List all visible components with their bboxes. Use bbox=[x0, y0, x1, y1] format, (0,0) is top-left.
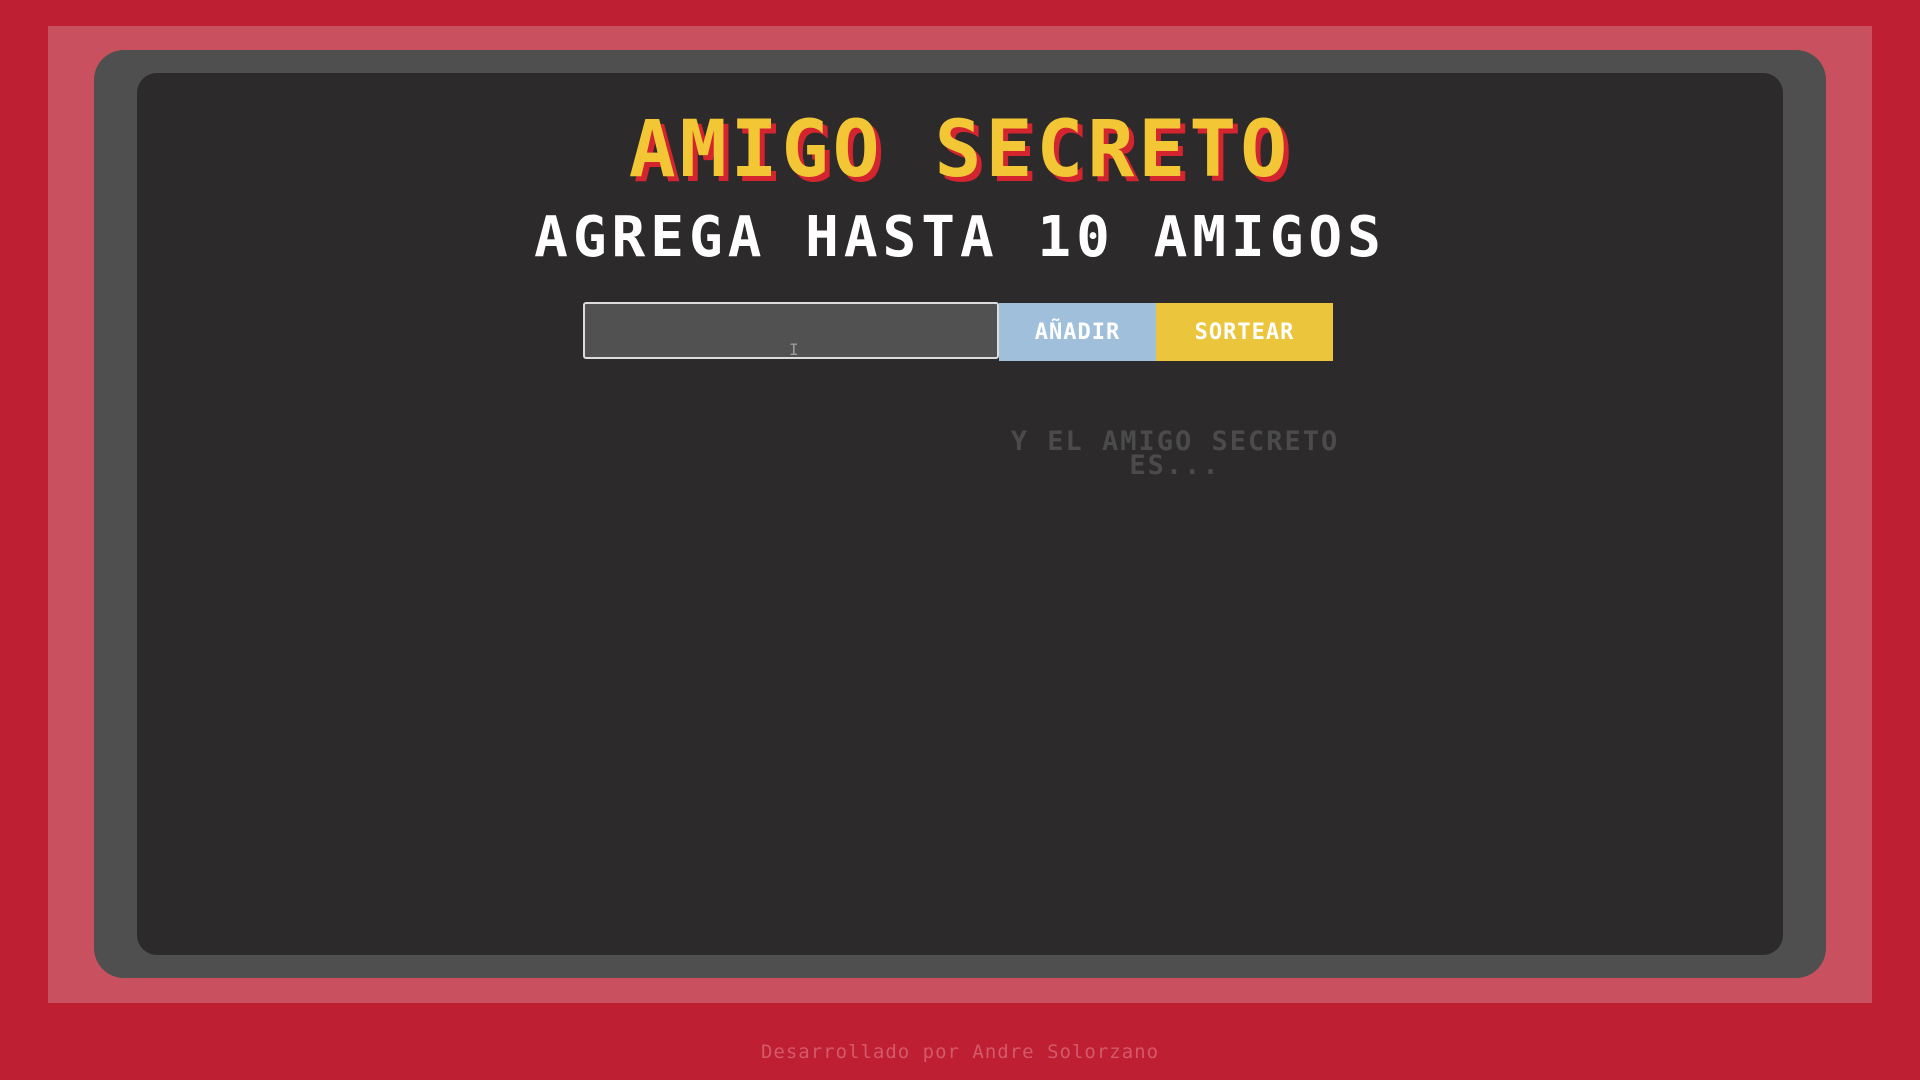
secret-friend-result: Y EL AMIGO SECRETO ES... bbox=[1010, 426, 1340, 481]
footer-credit: Desarrollado por Andre Solorzano bbox=[760, 1041, 1160, 1063]
add-friend-form: AÑADIR SORTEAR bbox=[583, 301, 1333, 362]
page-title: AMIGO SECRETO bbox=[628, 105, 1292, 195]
text-cursor-icon: I bbox=[789, 340, 799, 359]
page-subtitle: AGREGA HASTA 10 AMIGOS bbox=[534, 205, 1386, 270]
add-friend-button[interactable]: AÑADIR bbox=[999, 303, 1156, 361]
draw-button[interactable]: SORTEAR bbox=[1156, 303, 1333, 361]
